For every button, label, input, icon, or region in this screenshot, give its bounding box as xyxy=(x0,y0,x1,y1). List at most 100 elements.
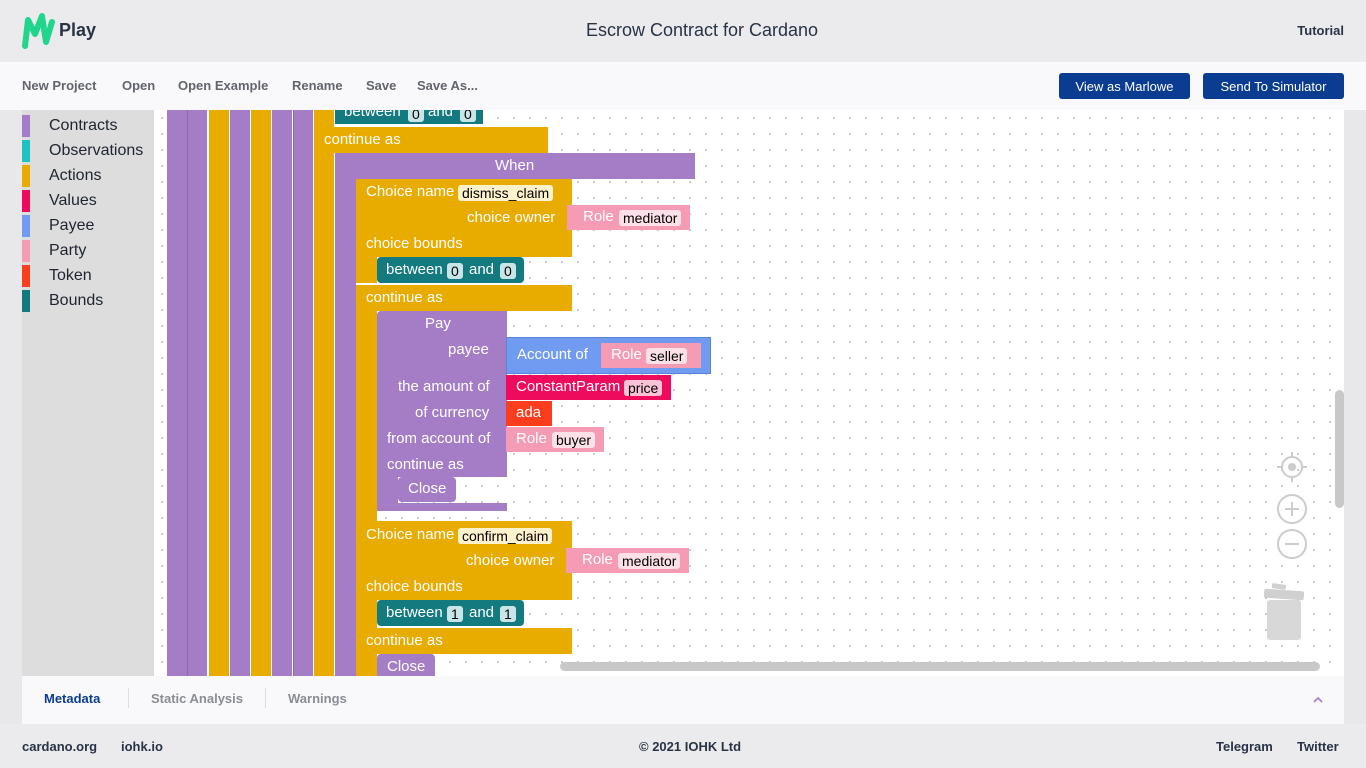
toolbox-category-actions[interactable]: Actions xyxy=(22,165,101,187)
tab-warnings[interactable]: Warnings xyxy=(288,691,347,706)
chevron-up-icon[interactable] xyxy=(1312,695,1324,705)
outer-contract-stripe xyxy=(272,110,292,676)
role-label: Role xyxy=(611,346,642,363)
choice-spine xyxy=(356,654,377,676)
and-label: and xyxy=(469,604,495,621)
toolbox-category-payee[interactable]: Payee xyxy=(22,215,94,237)
toolbox-category-token[interactable]: Token xyxy=(22,265,92,287)
choice-name-label: Choice name xyxy=(366,183,455,200)
choice-name-field[interactable]: dismiss_claim xyxy=(458,185,554,201)
outer-contract-stripe xyxy=(293,110,313,676)
choice-bounds-label: choice bounds xyxy=(366,578,463,595)
role-block[interactable]: Role mediator xyxy=(566,548,689,573)
toolbox-category-party[interactable]: Party xyxy=(22,240,86,262)
toolbox-category-observations[interactable]: Observations xyxy=(22,140,143,162)
tutorial-link[interactable]: Tutorial xyxy=(1297,23,1344,38)
between-label: between xyxy=(386,604,443,621)
outer-action-stripe xyxy=(209,110,229,676)
iohk-link[interactable]: iohk.io xyxy=(121,739,163,754)
continue-as-label: continue as xyxy=(366,289,443,306)
recenter-icon[interactable] xyxy=(1276,451,1308,483)
bound-from-field[interactable]: 1 xyxy=(447,606,463,622)
role-label: Role xyxy=(582,551,613,568)
role-name-field[interactable]: seller xyxy=(646,348,688,364)
category-swatch xyxy=(22,115,30,137)
toolbox-category-contracts[interactable]: Contracts xyxy=(22,115,117,137)
pay-label: Pay xyxy=(425,315,451,332)
bound-from-field[interactable]: 0 xyxy=(447,263,463,279)
bound-from-field[interactable]: 0 xyxy=(408,110,424,122)
cardano-link[interactable]: cardano.org xyxy=(22,739,97,754)
trash-icon[interactable] xyxy=(1262,582,1306,642)
choice-owner-label: choice owner xyxy=(466,552,555,569)
choice-owner-label: choice owner xyxy=(467,209,556,226)
toolbox-category-bounds[interactable]: Bounds xyxy=(22,290,103,312)
when-block[interactable]: When xyxy=(335,153,695,179)
role-block[interactable]: Role buyer xyxy=(506,427,604,452)
currency-label: of currency xyxy=(415,404,490,421)
param-name-field[interactable]: price xyxy=(624,380,663,396)
choice-action-block[interactable]: Choice name dismiss_claim choice owner c… xyxy=(356,179,572,257)
category-label: Actions xyxy=(49,167,102,184)
footer: cardano.org iohk.io © 2021 IOHK Ltd Tele… xyxy=(0,724,1366,768)
role-label: Role xyxy=(583,208,614,225)
choice-name-field[interactable]: confirm_claim xyxy=(458,528,553,544)
role-block[interactable]: Role mediator xyxy=(567,205,690,230)
save-as-button[interactable]: Save As... xyxy=(417,78,478,93)
continue-as-row: continue as xyxy=(356,628,572,654)
close-block[interactable]: Close xyxy=(398,477,456,502)
category-swatch xyxy=(22,240,30,262)
bound-to-field[interactable]: 0 xyxy=(500,263,516,279)
constant-param-block[interactable]: ConstantParam price xyxy=(506,375,671,400)
role-name-field[interactable]: buyer xyxy=(552,432,596,448)
close-block[interactable]: Close xyxy=(377,654,435,676)
bounds-block[interactable]: between 0 and 0 xyxy=(377,257,524,283)
category-swatch xyxy=(22,265,30,287)
new-project-button[interactable]: New Project xyxy=(22,78,96,93)
role-block[interactable]: Role seller xyxy=(601,343,701,368)
category-swatch xyxy=(22,290,30,312)
view-as-marlowe-button[interactable]: View as Marlowe xyxy=(1059,73,1190,99)
choice-action-block[interactable]: Choice name confirm_claim choice owner c… xyxy=(356,521,572,600)
bounds-block[interactable]: between 1 and 1 xyxy=(377,600,524,626)
save-button[interactable]: Save xyxy=(366,78,396,93)
account-payee-block[interactable]: Account of Role seller xyxy=(506,337,711,374)
token-block[interactable]: ada xyxy=(506,401,552,426)
twitter-link[interactable]: Twitter xyxy=(1297,739,1339,754)
tab-metadata[interactable]: Metadata xyxy=(44,691,100,706)
pay-block[interactable]: Pay payee the amount of of currency from… xyxy=(377,311,507,477)
open-button[interactable]: Open xyxy=(122,78,155,93)
close-label: Close xyxy=(387,658,426,675)
blockly-workspace[interactable]: between 0 and 0 continue as When Choice … xyxy=(154,110,1344,676)
tab-divider xyxy=(265,688,266,708)
category-label: Party xyxy=(49,242,87,259)
role-name-field[interactable]: mediator xyxy=(619,210,682,226)
category-swatch xyxy=(22,140,30,162)
toolbox-category-values[interactable]: Values xyxy=(22,190,97,212)
bound-to-field[interactable]: 0 xyxy=(460,110,476,122)
continue-as-label: continue as xyxy=(366,632,443,649)
send-to-simulator-button[interactable]: Send To Simulator xyxy=(1203,73,1344,99)
menu-bar: New Project Open Open Example Rename Sav… xyxy=(0,62,1366,110)
open-example-button[interactable]: Open Example xyxy=(178,78,268,93)
from-account-label: from account of xyxy=(387,430,491,447)
horizontal-scrollbar[interactable] xyxy=(560,662,1320,671)
bounds-block[interactable]: between 0 and 0 xyxy=(335,110,483,124)
choice-name-label: Choice name xyxy=(366,526,455,543)
category-swatch xyxy=(22,190,30,212)
rename-button[interactable]: Rename xyxy=(292,78,343,93)
zoom-out-icon[interactable] xyxy=(1276,528,1308,560)
outer-contract-stripe xyxy=(230,110,250,676)
vertical-scrollbar[interactable] xyxy=(1335,390,1344,508)
bound-to-field[interactable]: 1 xyxy=(500,606,516,622)
category-label: Contracts xyxy=(49,117,118,134)
outer-action-stripe xyxy=(251,110,271,676)
bottom-panel-tabs: Metadata Static Analysis Warnings xyxy=(22,676,1344,724)
pay-footer xyxy=(377,503,507,511)
role-name-field[interactable]: mediator xyxy=(618,553,681,569)
category-label: Token xyxy=(49,267,92,284)
zoom-in-icon[interactable] xyxy=(1276,493,1308,525)
tab-static-analysis[interactable]: Static Analysis xyxy=(151,691,243,706)
category-label: Values xyxy=(49,192,97,209)
telegram-link[interactable]: Telegram xyxy=(1216,739,1273,754)
